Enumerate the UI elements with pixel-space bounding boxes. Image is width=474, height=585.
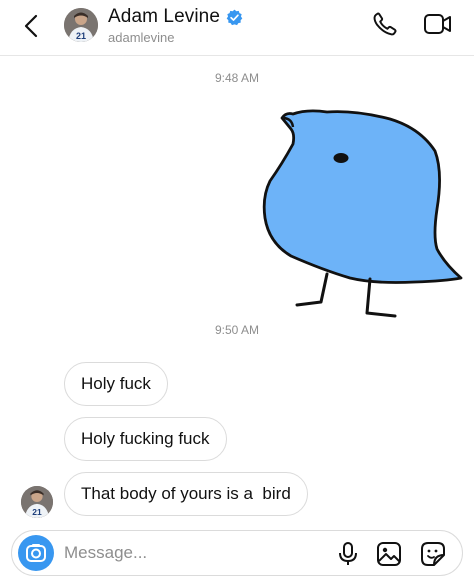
message-bubble[interactable]: That body of yours is a bird [64,472,308,516]
bird-drawing-image [262,109,463,318]
verified-badge-icon [226,9,243,25]
message-bubble[interactable]: Holy fuck [64,362,168,406]
message-timestamp: 9:48 AM [214,71,260,85]
bird-drawing-message[interactable] [255,104,467,320]
gallery-button[interactable] [376,541,402,567]
message-input[interactable] [64,541,314,565]
svg-text:21: 21 [76,31,86,41]
phone-icon [373,12,397,36]
camera-button[interactable] [18,535,54,571]
video-camera-icon [424,14,451,34]
message-timestamp: 9:50 AM [214,323,260,337]
profile-name[interactable]: Adam Levine [108,6,220,28]
microphone-icon [339,542,357,565]
sender-avatar[interactable]: 21 [21,486,53,518]
camera-icon [26,544,46,562]
chevron-left-icon [24,14,38,38]
svg-text:21: 21 [32,507,42,517]
message-bubble[interactable]: Holy fucking fuck [64,417,227,461]
sticker-icon [421,542,445,566]
profile-username: adamlevine [108,30,175,45]
message-text: That body of yours is a bird [81,484,291,503]
chat-header: 21 Adam Levine adamlevine [0,0,474,56]
message-text: Holy fuck [81,374,151,393]
message-composer [11,530,463,576]
back-button[interactable] [18,12,46,40]
audio-call-button[interactable] [372,11,398,37]
sticker-button[interactable] [420,541,446,567]
voice-message-button[interactable] [336,541,360,567]
avatar[interactable]: 21 [64,8,98,42]
video-call-button[interactable] [423,11,453,37]
message-text: Holy fucking fuck [81,429,210,448]
image-icon [377,542,401,566]
profile-name-row[interactable]: Adam Levine [108,5,243,29]
